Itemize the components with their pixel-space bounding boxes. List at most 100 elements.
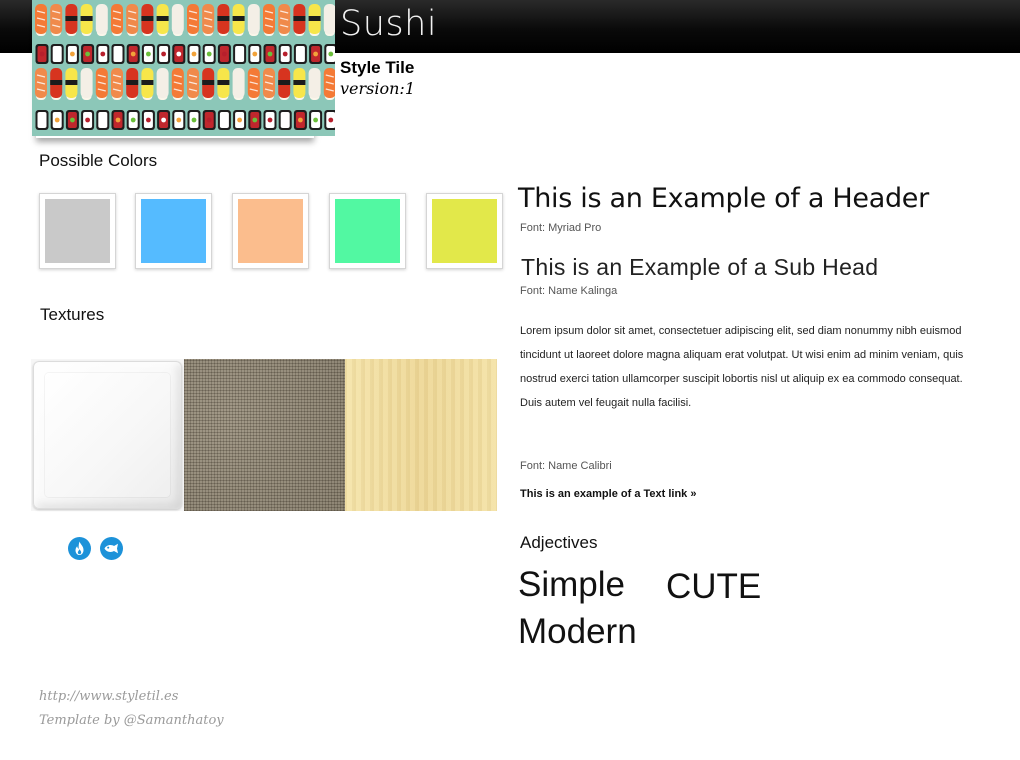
maki-roll <box>293 44 307 64</box>
maki-roll <box>233 44 247 64</box>
maki-roll <box>96 44 110 64</box>
fish-icon[interactable] <box>100 537 123 560</box>
version-label: version:1 <box>340 79 415 98</box>
flame-icon[interactable] <box>68 537 91 560</box>
maki-roll <box>35 110 49 130</box>
nigiri-salmon <box>35 4 47 36</box>
maki-roll <box>187 110 201 130</box>
nigiri-tuna <box>50 68 63 100</box>
maki-roll <box>293 110 307 130</box>
plate-rim <box>45 373 170 497</box>
nigiri-shrimp <box>278 4 291 36</box>
nigiri-tuna <box>217 4 230 36</box>
header-example: This is an Example of a Header <box>518 183 929 214</box>
nigiri-salmon <box>247 68 260 100</box>
maki-roll <box>278 44 292 64</box>
nigiri-egg <box>308 4 321 36</box>
header-font-note: Font: Myriad Pro <box>520 222 602 234</box>
nigiri-tuna <box>202 68 215 100</box>
nigiri-shrimp <box>126 4 139 36</box>
site-title: Sushi <box>340 4 438 44</box>
maki-roll <box>172 110 186 130</box>
color-chip <box>141 199 206 263</box>
color-chip <box>335 199 400 263</box>
nigiri-salmon <box>323 68 335 100</box>
color-swatch-mint[interactable] <box>329 193 406 269</box>
maki-roll <box>202 110 216 130</box>
texture-light-wood[interactable] <box>345 359 497 511</box>
maki-roll <box>309 110 323 130</box>
style-tile-label: Style Tile <box>340 58 415 77</box>
nigiri-squid <box>95 4 108 36</box>
plate-surface <box>33 361 182 509</box>
maki-roll <box>50 44 64 64</box>
maki-roll <box>126 110 140 130</box>
maki-roll <box>263 110 277 130</box>
nigiri-salmon <box>95 68 108 100</box>
maki-roll <box>217 110 231 130</box>
texture-burlap[interactable] <box>184 359 345 511</box>
adjective-simple: Simple <box>518 565 625 604</box>
nigiri-shrimp <box>202 4 215 36</box>
nigiri-tuna <box>65 4 78 36</box>
maki-roll <box>111 44 125 64</box>
flame-icon-glyph <box>75 541 84 555</box>
subhead-example: This is an Example of a Sub Head <box>521 254 879 280</box>
nigiri-tuna <box>126 68 139 100</box>
maki-roll <box>50 110 64 130</box>
nigiri-shrimp <box>263 68 275 100</box>
nigiri-egg <box>232 4 245 36</box>
maki-roll <box>35 44 49 64</box>
adjective-modern: Modern <box>518 612 637 651</box>
texture-white-plate[interactable] <box>31 359 184 511</box>
color-swatch-sky-blue[interactable] <box>135 193 212 269</box>
maki-roll <box>65 110 79 130</box>
subhead-font-note: Font: Name Kalinga <box>520 285 618 297</box>
nigiri-egg <box>65 68 78 100</box>
nigiri-squid <box>80 68 93 100</box>
nigiri-egg <box>156 4 169 36</box>
maki-roll <box>278 110 292 130</box>
nigiri-egg <box>293 68 306 100</box>
maki-roll <box>248 110 262 130</box>
adjective-cute: CUTE <box>666 567 762 606</box>
maki-roll <box>187 44 201 64</box>
possible-colors-heading: Possible Colors <box>39 151 158 170</box>
nigiri-squid <box>247 4 260 36</box>
nigiri-squid <box>232 68 245 100</box>
body-font-note: Font: Name Calibri <box>520 460 612 472</box>
nigiri-salmon <box>171 68 184 100</box>
nigiri-salmon <box>187 4 199 36</box>
color-swatch-peach[interactable] <box>232 193 309 269</box>
maki-roll <box>263 44 277 64</box>
maki-roll <box>157 110 171 130</box>
nigiri-squid <box>323 4 335 36</box>
nigiri-tuna <box>293 4 306 36</box>
nigiri-salmon <box>111 4 123 36</box>
nigiri-tuna <box>141 4 154 36</box>
nigiri-egg <box>217 68 230 100</box>
maki-roll <box>202 44 216 64</box>
color-chip <box>45 199 110 263</box>
maki-roll <box>324 44 335 64</box>
color-swatch-gray[interactable] <box>39 193 116 269</box>
color-chip <box>432 199 497 263</box>
maki-roll <box>141 110 155 130</box>
color-swatch-lime-yellow[interactable] <box>426 193 503 269</box>
maki-roll <box>233 110 247 130</box>
nigiri-egg <box>80 4 93 36</box>
textures-heading: Textures <box>40 305 105 324</box>
maki-roll <box>248 44 262 64</box>
body-text-example: Lorem ipsum dolor sit amet, consectetuer… <box>520 325 964 409</box>
maki-roll <box>81 110 95 130</box>
color-chip <box>238 199 303 263</box>
maki-roll <box>172 44 186 64</box>
maki-roll <box>157 44 171 64</box>
maki-roll <box>81 44 95 64</box>
nigiri-shrimp <box>35 68 47 100</box>
nigiri-squid <box>308 68 321 100</box>
text-link-example[interactable]: This is an example of a Text link » <box>520 488 696 500</box>
maki-roll <box>309 44 323 64</box>
nigiri-shrimp <box>187 68 199 100</box>
footer-url: http://www.styletil.es <box>39 689 179 704</box>
